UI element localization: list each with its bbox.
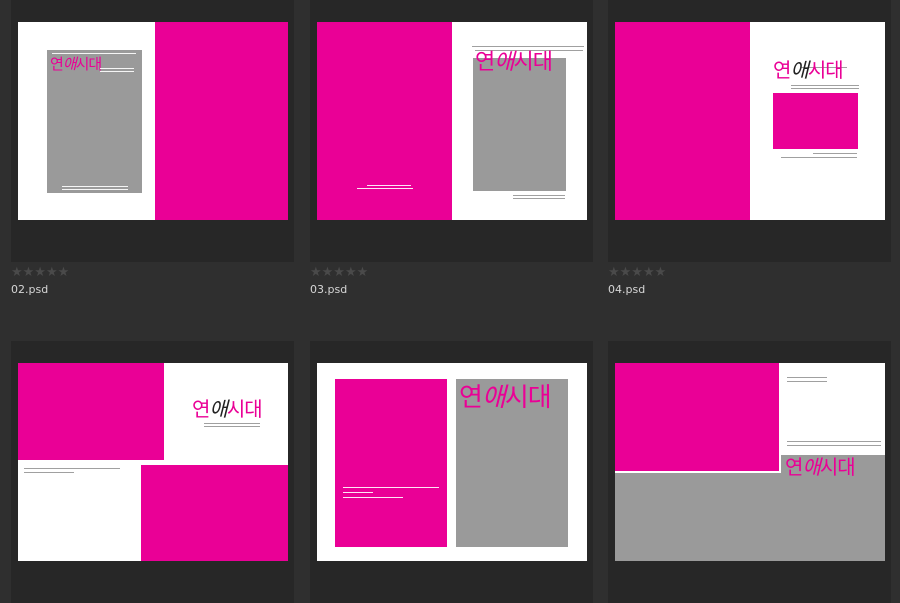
text-line bbox=[204, 426, 260, 427]
magazine-logo: 연애시대 bbox=[785, 455, 856, 479]
thumbnail-preview[interactable]: 연애시대 bbox=[615, 363, 885, 561]
magazine-logo: 연애시대 bbox=[475, 50, 553, 75]
thumbnail-item[interactable]: 연애시대 ★★★★★ 02.psd bbox=[11, 0, 294, 300]
cover-color-block bbox=[18, 363, 164, 460]
thumbnail-item[interactable]: 연애시대 ★★★★★ 04.psd bbox=[608, 0, 891, 300]
text-line bbox=[813, 153, 857, 154]
cover-color-block bbox=[615, 363, 779, 471]
text-line bbox=[791, 88, 859, 89]
text-line bbox=[513, 198, 565, 199]
text-line bbox=[204, 423, 260, 424]
file-name-label[interactable]: 04.psd bbox=[608, 283, 645, 297]
text-line bbox=[787, 441, 881, 442]
text-line bbox=[513, 195, 565, 196]
rating-stars[interactable]: ★★★★★ bbox=[608, 266, 666, 280]
text-line bbox=[52, 53, 136, 54]
thumbnail-item[interactable]: 연애시대 ★★★★★ 03.psd bbox=[310, 0, 593, 300]
text-line bbox=[100, 71, 134, 72]
text-line bbox=[472, 46, 584, 47]
text-line bbox=[343, 487, 439, 488]
text-line bbox=[787, 377, 827, 378]
text-line bbox=[24, 468, 120, 469]
thumbnail-item[interactable]: 연애시대 bbox=[11, 341, 294, 603]
caption-panel bbox=[781, 445, 885, 455]
text-line bbox=[100, 68, 134, 69]
text-line bbox=[781, 157, 857, 158]
text-line bbox=[24, 472, 74, 473]
cover-color-block bbox=[141, 465, 288, 561]
cover-color-block bbox=[155, 22, 288, 220]
text-line bbox=[343, 497, 403, 498]
magazine-logo: 연애시대 bbox=[773, 58, 844, 82]
file-name-label[interactable]: 03.psd bbox=[310, 283, 347, 297]
cover-color-block bbox=[335, 379, 447, 547]
text-line bbox=[343, 492, 373, 493]
rating-stars[interactable]: ★★★★★ bbox=[310, 266, 368, 280]
text-line bbox=[357, 188, 413, 189]
text-line bbox=[62, 189, 128, 190]
thumbnail-item[interactable]: 연애시대 bbox=[310, 341, 593, 603]
thumbnail-preview[interactable]: 연애시대 bbox=[18, 22, 288, 220]
text-line bbox=[62, 186, 128, 187]
magazine-logo: 연애시대 bbox=[50, 55, 102, 73]
thumbnail-item[interactable]: 연애시대 bbox=[608, 341, 891, 603]
cover-color-block bbox=[615, 22, 750, 220]
thumbnail-preview[interactable]: 연애시대 bbox=[615, 22, 885, 220]
thumbnail-preview[interactable]: 연애시대 bbox=[317, 363, 587, 561]
cover-image-placeholder bbox=[473, 58, 566, 191]
magazine-logo: 연애시대 bbox=[459, 383, 552, 413]
file-name-label[interactable]: 02.psd bbox=[11, 283, 48, 297]
cover-photo-block bbox=[773, 93, 858, 149]
text-line bbox=[791, 85, 859, 86]
magazine-logo: 연애시대 bbox=[192, 397, 263, 421]
rating-stars[interactable]: ★★★★★ bbox=[11, 266, 69, 280]
thumbnail-preview[interactable]: 연애시대 bbox=[317, 22, 587, 220]
thumbnail-preview[interactable]: 연애시대 bbox=[18, 363, 288, 561]
text-line bbox=[787, 381, 827, 382]
text-line bbox=[367, 185, 411, 186]
cover-color-block bbox=[317, 22, 452, 220]
text-line bbox=[787, 445, 881, 446]
